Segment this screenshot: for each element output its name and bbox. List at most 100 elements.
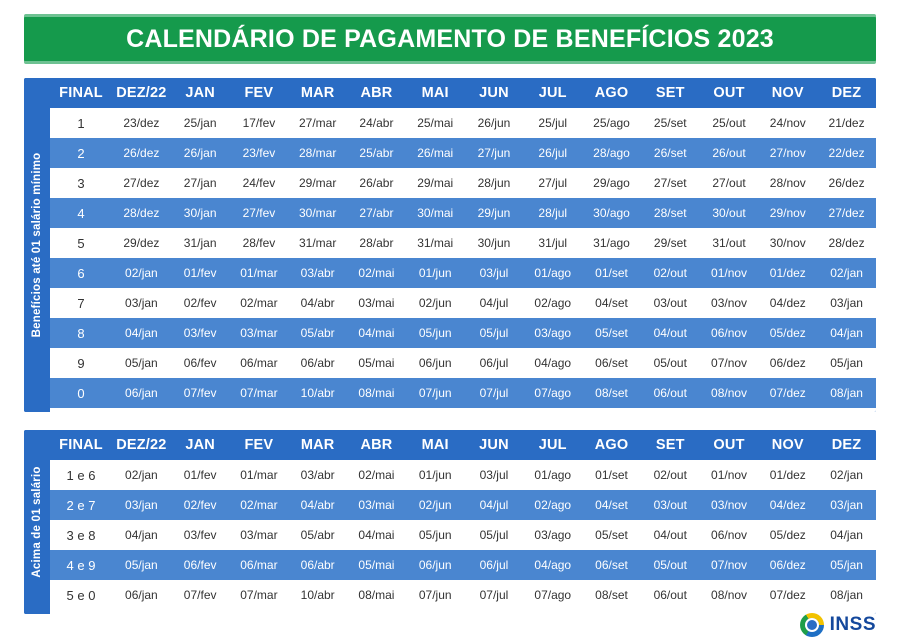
- payment-date-cell: 25/set: [653, 116, 687, 130]
- table-side-label-text: Benefícios até 01 salário mínimo: [31, 152, 43, 338]
- payment-date-cell: 06/mar: [240, 356, 278, 370]
- payment-date-cell: 04/ago: [534, 356, 572, 370]
- payment-date-cell: 05/mai: [358, 356, 395, 370]
- column-header: MAI: [421, 85, 449, 101]
- payment-date-cell: 28/ago: [593, 146, 630, 160]
- payment-date-cell: 05/jan: [830, 558, 863, 572]
- payment-date-cell: 29/nov: [769, 206, 806, 220]
- payment-date-cell: 04/jan: [125, 528, 158, 542]
- payment-date-cell: 25/jul: [538, 116, 568, 130]
- payment-date-cell: 06/out: [653, 588, 687, 602]
- column-header: NOV: [771, 437, 804, 453]
- table-row: 6 02/jan 01/fev 01/mar 03/abr 02/mai 01/jun 03/…: [50, 258, 876, 288]
- table-row: 7 03/jan 02/fev 02/mar 04/abr 03/mai 02/jun 04/…: [50, 288, 876, 318]
- column-header: ABR: [360, 85, 393, 101]
- payment-date-cell: 01/nov: [711, 468, 748, 482]
- payment-date-cell: 26/dez: [123, 146, 160, 160]
- payment-date-cell: 06/dez: [769, 356, 806, 370]
- payment-date-cell: 24/fev: [242, 176, 276, 190]
- row-final-digit: 2: [77, 145, 85, 161]
- payment-date-cell: 06/fev: [183, 356, 217, 370]
- payment-date-cell: 06/jan: [125, 386, 158, 400]
- payment-date-cell: 02/ago: [534, 296, 572, 310]
- column-header: OUT: [713, 437, 745, 453]
- payment-date-cell: 26/mai: [417, 146, 454, 160]
- inss-logo-text: INSS: [829, 614, 876, 635]
- payment-date-cell: 28/set: [653, 206, 687, 220]
- payment-date-cell: 28/mar: [299, 146, 337, 160]
- payment-date-cell: 06/jun: [418, 558, 452, 572]
- payment-date-cell: 23/dez: [123, 116, 160, 130]
- table-row: 2 26/dez 26/jan 23/fev 28/mar 25/abr 26/mai 27/…: [50, 138, 876, 168]
- table-header-row: FINAL DEZ/22 JAN FEV MAR ABR MAI JUN JUL AGO SET OU…: [50, 78, 876, 108]
- payment-date-cell: 03/abr: [300, 468, 335, 482]
- payment-date-cell: 08/mai: [358, 588, 395, 602]
- payment-date-cell: 28/jun: [477, 176, 511, 190]
- table-bottom-pad: [50, 610, 876, 614]
- payment-date-cell: 28/dez: [123, 206, 160, 220]
- column-header: JAN: [185, 437, 215, 453]
- table-row: 1 e 6 02/jan 01/fev 01/mar 03/abr 02/mai 01/ju…: [50, 460, 876, 490]
- payment-date-cell: 29/jun: [477, 206, 511, 220]
- column-header: DEZ/22: [116, 437, 167, 453]
- column-header: MAR: [300, 437, 335, 453]
- payment-date-cell: 03/mai: [358, 498, 395, 512]
- payment-date-cell: 04/out: [653, 528, 687, 542]
- payment-date-cell: 07/jul: [479, 588, 509, 602]
- payment-date-cell: 10/abr: [300, 588, 335, 602]
- row-final-digit: 3 e 8: [66, 527, 96, 543]
- payment-date-cell: 30/mai: [417, 206, 454, 220]
- page-title: CALENDÁRIO DE PAGAMENTO DE BENEFÍCIOS 20…: [126, 24, 774, 53]
- payment-date-cell: 29/dez: [123, 236, 160, 250]
- title-bar: CALENDÁRIO DE PAGAMENTO DE BENEFÍCIOS 20…: [24, 17, 876, 61]
- payment-date-cell: 26/jul: [538, 146, 568, 160]
- payment-date-cell: 04/jan: [830, 326, 863, 340]
- column-header: FEV: [244, 437, 274, 453]
- payment-date-cell: 03/mai: [358, 296, 395, 310]
- payment-date-cell: 05/set: [595, 326, 628, 340]
- table-grid: FINAL DEZ/22 JAN FEV MAR ABR MAI JUN JUL AGO SET OU…: [50, 78, 876, 412]
- row-final-digit: 8: [77, 325, 85, 341]
- payment-date-cell: 28/dez: [828, 236, 865, 250]
- payment-date-cell: 03/jan: [125, 296, 158, 310]
- payment-date-cell: 03/jan: [830, 498, 863, 512]
- table-bottom-pad: [50, 408, 876, 412]
- payment-date-cell: 07/nov: [711, 356, 748, 370]
- payment-date-cell: 30/jan: [183, 206, 217, 220]
- table-row: 5 29/dez 31/jan 28/fev 31/mar 28/abr 31/mai 30/…: [50, 228, 876, 258]
- payment-date-cell: 24/nov: [769, 116, 806, 130]
- payment-date-cell: 28/jul: [538, 206, 568, 220]
- table-row: 9 05/jan 06/fev 06/mar 06/abr 05/mai 06/jun 06/…: [50, 348, 876, 378]
- column-header: DEZ: [831, 437, 862, 453]
- payment-date-cell: 06/mar: [240, 558, 278, 572]
- payment-date-cell: 04/jan: [830, 528, 863, 542]
- payment-date-cell: 05/set: [595, 528, 628, 542]
- payment-date-cell: 01/set: [595, 468, 628, 482]
- payment-date-cell: 04/mai: [358, 326, 395, 340]
- payment-date-cell: 03/ago: [534, 326, 572, 340]
- payment-date-cell: 05/jan: [125, 558, 158, 572]
- payment-date-cell: 07/ago: [534, 588, 572, 602]
- column-header: SET: [655, 437, 685, 453]
- calendar-table-2: Acima de 01 salário FINAL DEZ/22 JAN FEV MAR A…: [24, 430, 876, 614]
- column-header: MAI: [421, 437, 449, 453]
- payment-date-cell: 30/mar: [299, 206, 337, 220]
- payment-date-cell: 02/mai: [358, 266, 395, 280]
- payment-date-cell: 04/mai: [358, 528, 395, 542]
- column-header: DEZ/22: [116, 85, 167, 101]
- payment-date-cell: 31/mai: [417, 236, 454, 250]
- payment-date-cell: 28/fev: [242, 236, 276, 250]
- column-header: JUN: [479, 437, 509, 453]
- payment-date-cell: 06/jun: [418, 356, 452, 370]
- payment-date-cell: 07/jul: [479, 386, 509, 400]
- payment-date-cell: 05/out: [653, 356, 687, 370]
- footer-logo: INSS: [799, 613, 876, 637]
- payment-date-cell: 07/dez: [769, 588, 806, 602]
- payment-date-cell: 29/ago: [593, 176, 630, 190]
- table-row: 2 e 7 03/jan 02/fev 02/mar 04/abr 03/mai 02/ju…: [50, 490, 876, 520]
- row-final-digit: 6: [77, 265, 85, 281]
- payment-date-cell: 03/out: [653, 296, 687, 310]
- payment-date-cell: 03/jan: [125, 498, 158, 512]
- payment-date-cell: 02/fev: [183, 498, 217, 512]
- payment-date-cell: 01/jun: [418, 266, 452, 280]
